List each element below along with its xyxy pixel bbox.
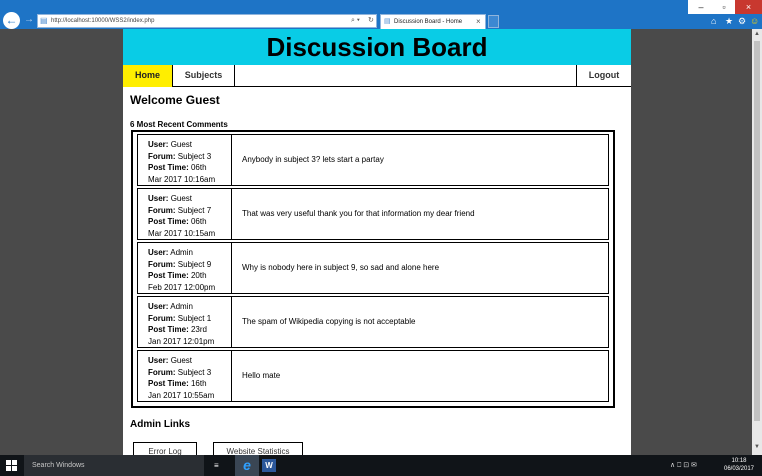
forum-label: Forum: — [148, 367, 176, 377]
forum-label: Forum: — [148, 205, 176, 215]
comment-meta: User: Admin Forum: Subject 1 Post Time: … — [138, 297, 232, 347]
browser-tab[interactable]: ▤ Discussion Board - Home × — [380, 14, 486, 29]
comments-table: User: Guest Forum: Subject 3 Post Time: … — [131, 130, 615, 408]
nav-logout[interactable]: Logout — [576, 65, 631, 87]
error-log-button[interactable]: Error Log — [133, 442, 197, 455]
forum-label: Forum: — [148, 151, 176, 161]
comment-forum: Subject 1 — [177, 313, 212, 323]
close-window-button[interactable]: × — [735, 0, 762, 14]
nav-subjects[interactable]: Subjects — [173, 65, 235, 87]
post-time-label: Post Time: — [148, 271, 189, 280]
user-label: User: — [148, 356, 169, 365]
comment-post-day: 20th — [190, 271, 207, 280]
comment-text: Hello mate — [242, 371, 281, 380]
welcome-heading: Welcome Guest — [130, 93, 220, 107]
user-label: User: — [148, 194, 169, 203]
scroll-up-icon[interactable]: ▲ — [752, 30, 762, 39]
address-bar[interactable]: ▤ http://localhost:10000/WSS2/index.php … — [37, 14, 377, 28]
site-header: Discussion Board — [123, 29, 631, 65]
user-label: User: — [148, 248, 169, 257]
clock-time: 10:18 — [731, 458, 747, 464]
forum-label: Forum: — [148, 259, 176, 269]
comment-row: User: Guest Forum: Subject 7 Post Time: … — [137, 188, 609, 240]
web-page: Discussion Board Home Subjects Logout We… — [123, 29, 631, 455]
task-view-icon[interactable]: ≡ — [214, 459, 219, 472]
windows-start-icon[interactable] — [6, 460, 18, 472]
post-time-label: Post Time: — [148, 379, 189, 388]
comment-row: User: Guest Forum: Subject 3 Post Time: … — [137, 350, 609, 402]
comment-post-date: Feb 2017 12:00pm — [148, 282, 216, 292]
comment-user: Guest — [170, 356, 193, 365]
website-statistics-button[interactable]: Website Statistics — [213, 442, 303, 455]
comment-meta: User: Admin Forum: Subject 9 Post Time: … — [138, 243, 232, 293]
comment-post-day: 06th — [190, 217, 207, 226]
address-url[interactable]: http://localhost:10000/WSS2/index.php — [51, 16, 154, 27]
user-label: User: — [148, 140, 169, 149]
comment-text: The spam of Wikipedia copying is not acc… — [242, 317, 416, 326]
comment-forum: Subject 3 — [177, 151, 212, 161]
main-nav: Home Subjects Logout — [123, 65, 631, 87]
comment-user: Admin — [170, 302, 193, 311]
comment-meta: User: Guest Forum: Subject 7 Post Time: … — [138, 189, 232, 239]
browser-chrome: ← → ▤ http://localhost:10000/WSS2/index.… — [0, 0, 762, 29]
star-icon[interactable]: ★ — [725, 16, 733, 26]
tab-title[interactable]: Discussion Board - Home — [394, 17, 462, 27]
forum-label: Forum: — [148, 313, 176, 323]
comment-post-date: Mar 2017 10:15am — [148, 228, 216, 238]
taskbar-search[interactable]: Search Windows — [24, 455, 204, 476]
comment-row: User: Admin Forum: Subject 1 Post Time: … — [137, 296, 609, 348]
internet-explorer-icon[interactable]: e — [235, 455, 259, 476]
search-icon[interactable]: ⌕ ▾ — [351, 15, 360, 27]
comment-meta: User: Guest Forum: Subject 3 Post Time: … — [138, 351, 232, 401]
comment-forum: Subject 7 — [177, 205, 212, 215]
home-icon[interactable]: ⌂ — [711, 16, 716, 26]
clock-date: 06/03/2017 — [723, 466, 755, 472]
comment-post-date: Jan 2017 10:55am — [148, 390, 215, 400]
admin-links-heading: Admin Links — [130, 419, 191, 430]
scroll-thumb[interactable] — [754, 41, 760, 421]
word-icon[interactable]: W — [262, 459, 276, 472]
comment-post-day: 06th — [190, 163, 207, 172]
comment-row: User: Guest Forum: Subject 3 Post Time: … — [137, 134, 609, 186]
page-icon: ▤ — [40, 16, 48, 25]
comment-meta: User: Guest Forum: Subject 3 Post Time: … — [138, 135, 232, 185]
scroll-down-icon[interactable]: ▼ — [752, 443, 762, 452]
comment-user: Admin — [170, 248, 193, 257]
nav-home[interactable]: Home — [123, 65, 173, 87]
page-scrollbar[interactable]: ▲ ▼ — [752, 29, 762, 455]
comment-forum: Subject 3 — [177, 367, 212, 377]
site-title: Discussion Board — [266, 32, 488, 62]
refresh-icon[interactable]: ↻ — [368, 15, 374, 27]
comment-text: Anybody in subject 3? lets start a parta… — [242, 155, 384, 164]
taskbar-search-placeholder[interactable]: Search Windows — [32, 455, 85, 476]
new-tab-button[interactable] — [488, 15, 499, 28]
maximize-button[interactable]: ▫ — [711, 0, 737, 14]
comment-user: Guest — [170, 140, 193, 149]
system-tray-icons[interactable]: ∧ ⎕ ⊡ ✉ — [670, 455, 697, 476]
comment-post-date: Jan 2017 12:01pm — [148, 336, 215, 346]
post-time-label: Post Time: — [148, 163, 189, 172]
tab-close-icon[interactable]: × — [476, 16, 481, 27]
post-time-label: Post Time: — [148, 217, 189, 226]
taskbar-clock[interactable]: 10:18 06/03/2017 — [720, 457, 758, 473]
gear-icon[interactable]: ⚙ — [738, 16, 746, 26]
comment-post-day: 16th — [190, 379, 207, 388]
tab-page-icon: ▤ — [384, 18, 391, 25]
comment-forum: Subject 9 — [177, 259, 212, 269]
smiley-icon[interactable]: ☺ — [750, 16, 759, 26]
comment-post-day: 23rd — [190, 325, 207, 334]
comment-text: Why is nobody here in subject 9, so sad … — [242, 263, 440, 272]
recent-comments-heading: 6 Most Recent Comments — [130, 120, 228, 129]
comment-text: That was very useful thank you for that … — [242, 209, 475, 218]
post-time-label: Post Time: — [148, 325, 189, 334]
taskbar: Search Windows ≡ e W ∧ ⎕ ⊡ ✉ 10:18 06/03… — [0, 455, 762, 476]
user-label: User: — [148, 302, 169, 311]
comment-user: Guest — [170, 194, 193, 203]
forward-icon[interactable]: → — [23, 14, 35, 26]
comment-post-date: Mar 2017 10:16am — [148, 174, 216, 184]
back-icon[interactable]: ← — [3, 12, 20, 29]
comment-row: User: Admin Forum: Subject 9 Post Time: … — [137, 242, 609, 294]
